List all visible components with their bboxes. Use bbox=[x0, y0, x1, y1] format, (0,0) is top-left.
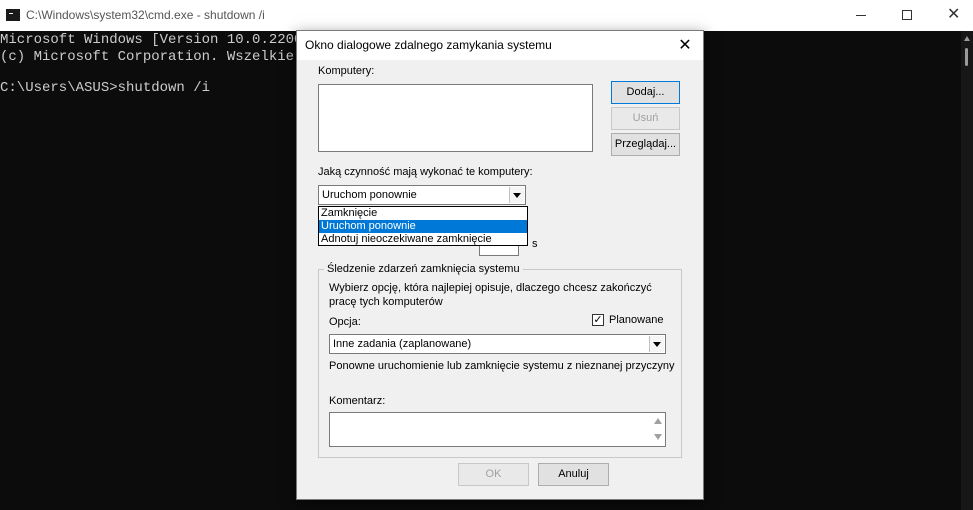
cancel-button[interactable]: Anuluj bbox=[538, 463, 609, 486]
chevron-down-icon[interactable] bbox=[509, 187, 524, 203]
console-scrollbar[interactable] bbox=[961, 31, 973, 510]
dialog-close-button[interactable]: ✕ bbox=[670, 33, 700, 57]
maximize-button[interactable] bbox=[884, 0, 930, 31]
dialog-titlebar: Okno dialogowe zdalnego zamykania system… bbox=[297, 31, 703, 60]
action-select-value: Uruchom ponownie bbox=[322, 189, 417, 201]
console-line: C:\Users\ASUS>shutdown /i bbox=[0, 80, 211, 96]
action-label: Jaką czynność mają wykonać te komputery: bbox=[318, 166, 533, 178]
dialog-title: Okno dialogowe zdalnego zamykania system… bbox=[305, 38, 552, 52]
browse-button[interactable]: Przeglądaj... bbox=[611, 133, 680, 156]
close-icon: ✕ bbox=[947, 4, 961, 23]
ok-button[interactable]: OK bbox=[458, 463, 529, 486]
computers-listbox[interactable] bbox=[318, 84, 593, 152]
planned-checkbox[interactable]: ✓ bbox=[592, 314, 604, 326]
comment-textarea[interactable] bbox=[329, 412, 666, 447]
remove-button[interactable]: Usuń bbox=[611, 107, 680, 130]
shutdown-dialog: Okno dialogowe zdalnego zamykania system… bbox=[296, 30, 704, 500]
console-line: (c) Microsoft Corporation. Wszelkie pr bbox=[0, 49, 320, 65]
console-titlebar: C:\Windows\system32\cmd.exe - shutdown /… bbox=[0, 0, 973, 31]
add-button[interactable]: Dodaj... bbox=[611, 81, 680, 104]
computers-label: Komputery: bbox=[318, 65, 375, 77]
action-option-shutdown[interactable]: Zamknięcie bbox=[319, 207, 527, 220]
scroll-down-arrow-icon[interactable] bbox=[654, 434, 662, 440]
tracker-description: Wybierz opcję, która najlepiej opisuje, … bbox=[329, 282, 652, 294]
planned-label[interactable]: Planowane bbox=[609, 314, 663, 326]
minimize-button[interactable] bbox=[838, 0, 884, 31]
tracker-description: pracę tych komputerów bbox=[329, 296, 443, 308]
action-option-annotate[interactable]: Adnotuj nieoczekiwane zamknięcie bbox=[319, 233, 527, 246]
reason-description: Ponowne uruchomienie lub zamknięcie syst… bbox=[329, 360, 675, 372]
console-window-title: C:\Windows\system32\cmd.exe - shutdown /… bbox=[26, 8, 265, 22]
action-select[interactable]: Uruchom ponownie bbox=[318, 185, 526, 205]
action-dropdown-list: Zamknięcie Uruchom ponownie Adnotuj nieo… bbox=[318, 206, 528, 246]
comment-label: Komentarz: bbox=[329, 395, 386, 407]
option-label: Opcja: bbox=[329, 316, 361, 328]
shutdown-tracker-title: Śledzenie zdarzeń zamknięcia systemu bbox=[324, 263, 523, 275]
console-app-icon bbox=[6, 9, 20, 21]
close-window-button[interactable]: ✕ bbox=[930, 0, 973, 31]
console-line: Microsoft Windows [Version 10.0.22000 bbox=[0, 32, 311, 48]
reason-select-value: Inne zadania (zaplanowane) bbox=[333, 338, 472, 350]
chevron-down-icon[interactable] bbox=[649, 336, 664, 352]
reason-select[interactable]: Inne zadania (zaplanowane) bbox=[329, 334, 666, 354]
scroll-thumb[interactable] bbox=[965, 48, 968, 66]
minimize-icon bbox=[856, 15, 866, 16]
scroll-up-arrow-icon[interactable] bbox=[964, 36, 970, 41]
maximize-icon bbox=[902, 10, 912, 20]
action-option-restart[interactable]: Uruchom ponownie bbox=[319, 220, 527, 233]
timer-unit-label: s bbox=[532, 238, 538, 250]
scroll-up-arrow-icon[interactable] bbox=[654, 418, 662, 424]
